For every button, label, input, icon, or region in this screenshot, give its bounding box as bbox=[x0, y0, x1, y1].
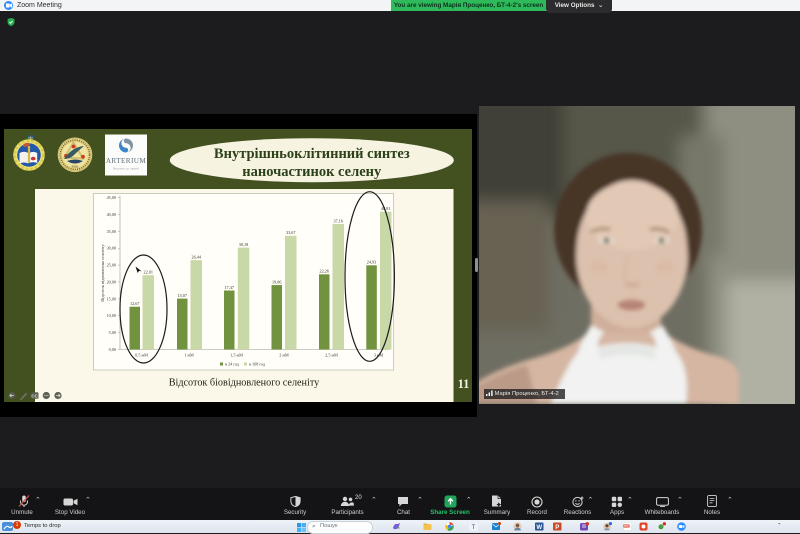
svg-text:1 мМ: 1 мМ bbox=[184, 352, 194, 357]
svg-text:в 168 год: в 168 год bbox=[249, 362, 266, 367]
svg-text:наночастинок селену: наночастинок селену bbox=[242, 164, 382, 180]
svg-text:W: W bbox=[536, 525, 542, 531]
svg-text:Вхоплює до людей: Вхоплює до людей bbox=[113, 168, 139, 171]
svg-text:2 мМ: 2 мМ bbox=[279, 352, 289, 357]
svg-text:T: T bbox=[472, 525, 476, 531]
svg-text:Відсоток біовідновленого селен: Відсоток біовідновленого селеніту bbox=[169, 378, 320, 389]
svg-text:Відсоток відновлення селеніту: Відсоток відновлення селеніту bbox=[100, 243, 105, 301]
svg-text:Внутрішньоклітинний синтез: Внутрішньоклітинний синтез bbox=[214, 146, 410, 162]
svg-text:PDF: PDF bbox=[624, 524, 630, 528]
svg-text:P: P bbox=[555, 525, 559, 531]
svg-text:11: 11 bbox=[458, 377, 470, 391]
svg-text:CC: CC bbox=[31, 393, 38, 398]
svg-text:ВІВА: ВІВА bbox=[72, 165, 80, 169]
svg-text:в 24 год: в 24 год bbox=[225, 362, 240, 367]
svg-text:ARTERIUM: ARTERIUM bbox=[106, 157, 147, 165]
